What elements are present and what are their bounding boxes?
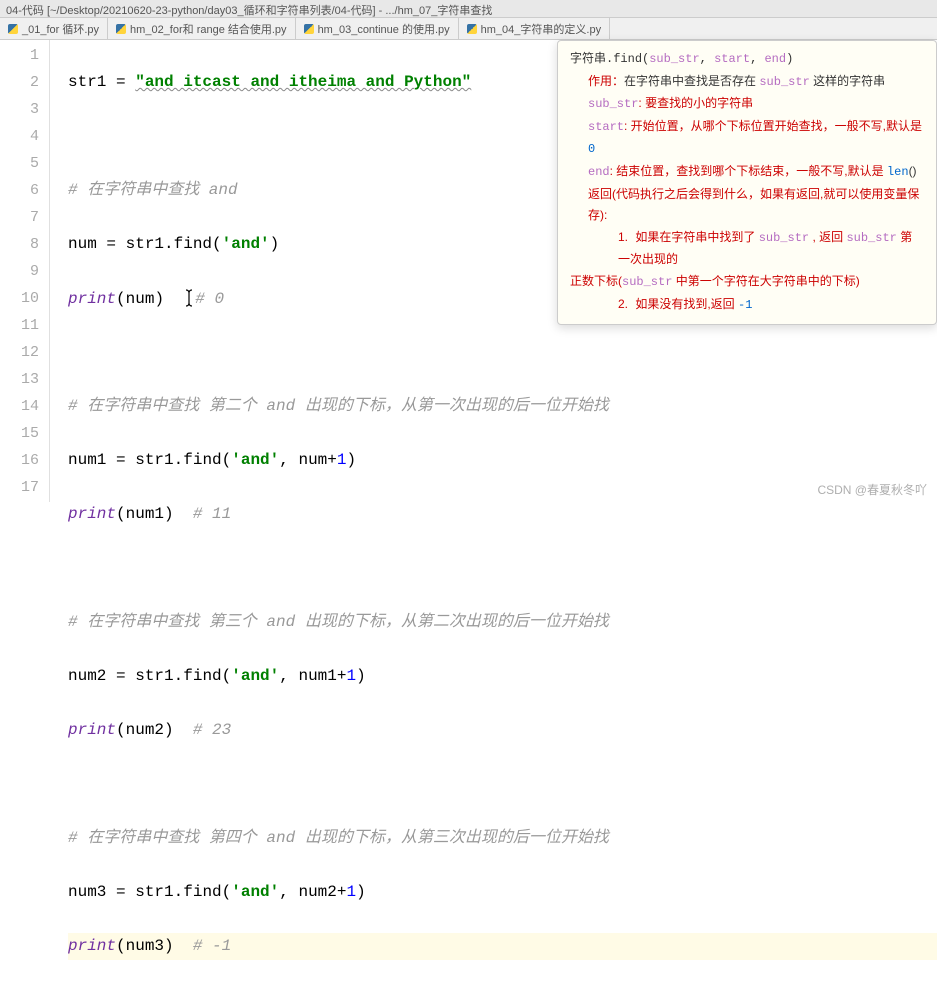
watermark-text: CSDN @春夏秋冬吖 [817,481,927,498]
doc-line: 返回(代码执行之后会得到什么，如果有返回,就可以使用变量保存): [588,184,924,227]
line-number: 17 [0,474,39,501]
line-number: 4 [0,123,39,150]
doc-signature: 字符串.find(sub_str, start, end) [570,49,924,71]
code-line[interactable] [68,771,937,798]
line-number: 10 [0,285,39,312]
doc-line: 正数下标(sub_str 中第一个字符在大字符串中的下标) [570,271,924,294]
tab-file-2[interactable]: hm_02_for和 range 结合使用.py [108,18,296,39]
line-number: 5 [0,150,39,177]
python-file-icon [8,24,18,34]
code-line[interactable]: num3 = str1.find('and', num2+1) [68,879,937,906]
tab-label: hm_04_字符串的定义.py [481,21,601,37]
doc-line: 作用：在字符串中查找是否存在 sub_str 这样的字符串 [588,71,924,94]
python-file-icon [304,24,314,34]
line-number: 2 [0,69,39,96]
doc-line: end: 结束位置，查找到哪个下标结束，一般不写,默认是 len() [588,161,924,184]
code-line[interactable] [68,339,937,366]
doc-line: start: 开始位置，从哪个下标位置开始查找，一般不写,默认是 0 [588,116,924,161]
tab-file-1[interactable]: _01_for 循环.py [0,18,108,39]
code-line[interactable] [68,555,937,582]
code-line[interactable]: print(num3) # -1 [68,933,937,960]
code-line[interactable]: num2 = str1.find('and', num1+1) [68,663,937,690]
tab-label: hm_02_for和 range 结合使用.py [130,21,287,37]
file-tabs: _01_for 循环.py hm_02_for和 range 结合使用.py h… [0,18,937,40]
python-file-icon [116,24,126,34]
code-line[interactable]: num1 = str1.find('and', num+1) [68,447,937,474]
tab-label: _01_for 循环.py [22,21,99,37]
tab-file-3[interactable]: hm_03_continue 的使用.py [296,18,459,39]
doc-line: 2. 如果没有找到,返回 -1 [618,294,924,317]
editor-area: 1 2 3 4 5 6 7 8 9 10 11 12 13 14 15 16 1… [0,40,937,502]
tab-label: hm_03_continue 的使用.py [318,21,450,37]
tab-file-4[interactable]: hm_04_字符串的定义.py [459,18,610,39]
line-number: 12 [0,339,39,366]
line-number: 11 [0,312,39,339]
line-number: 14 [0,393,39,420]
line-number: 7 [0,204,39,231]
code-line[interactable]: # 在字符串中查找 第二个 and 出现的下标，从第一次出现的后一位开始找 [68,393,937,420]
line-number: 15 [0,420,39,447]
code-line[interactable]: print(num2) # 23 [68,717,937,744]
window-title: 04-代码 [~/Desktop/20210620-23-python/day0… [6,5,492,17]
doc-line: sub_str: 要查找的小的字符串 [588,93,924,116]
line-number: 6 [0,177,39,204]
window-titlebar: 04-代码 [~/Desktop/20210620-23-python/day0… [0,0,937,18]
line-number: 13 [0,366,39,393]
code-line[interactable]: # 在字符串中查找 第三个 and 出现的下标，从第二次出现的后一位开始找 [68,609,937,636]
python-file-icon [467,24,477,34]
doc-line: 1. 如果在字符串中找到了 sub_str , 返回 sub_str 第一次出现… [618,227,924,271]
line-number: 16 [0,447,39,474]
line-number: 8 [0,231,39,258]
line-number: 3 [0,96,39,123]
code-line[interactable]: # 在字符串中查找 第四个 and 出现的下标，从第三次出现的后一位开始找 [68,825,937,852]
text-cursor-icon [183,289,195,317]
line-number: 9 [0,258,39,285]
code-line[interactable]: print(num1) # 11 [68,501,937,528]
documentation-popup: 字符串.find(sub_str, start, end) 作用：在字符串中查找… [557,40,937,325]
line-number-gutter: 1 2 3 4 5 6 7 8 9 10 11 12 13 14 15 16 1… [0,40,50,502]
line-number: 1 [0,42,39,69]
